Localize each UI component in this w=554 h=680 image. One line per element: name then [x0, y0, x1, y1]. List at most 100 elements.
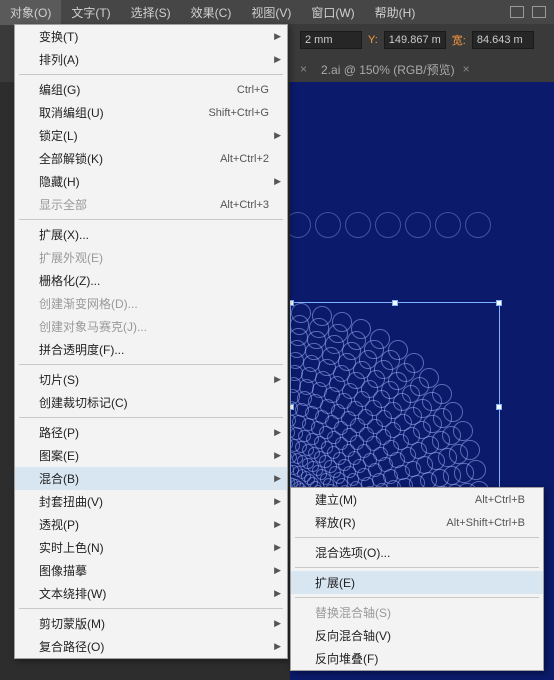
submenu-arrow-icon: ▶ — [274, 542, 281, 553]
menu-item-label: 复合路径(O) — [39, 638, 104, 655]
menu-item[interactable]: 排列(A)▶ — [15, 48, 287, 71]
menu-item-label: 建立(M) — [315, 491, 357, 508]
separator — [19, 608, 283, 609]
menu-window[interactable]: 窗口(W) — [301, 0, 364, 25]
menu-item[interactable]: 切片(S)▶ — [15, 368, 287, 391]
menu-item-label: 图像描摹 — [39, 562, 87, 579]
submenu-arrow-icon: ▶ — [274, 374, 281, 385]
submenu-arrow-icon: ▶ — [274, 565, 281, 576]
handle[interactable] — [290, 300, 294, 306]
menu-item[interactable]: 剪切蒙版(M)▶ — [15, 612, 287, 635]
x-field[interactable]: 2 mm — [300, 31, 362, 49]
menu-item-label: 反向堆叠(F) — [315, 650, 378, 667]
menu-item[interactable]: 封套扭曲(V)▶ — [15, 490, 287, 513]
menu-item[interactable]: 释放(R)Alt+Shift+Ctrl+B — [291, 511, 543, 534]
shortcut: Ctrl+G — [237, 84, 269, 96]
menu-item-label: 拼合透明度(F)... — [39, 341, 124, 358]
menu-item[interactable]: 锁定(L) ▶ — [15, 124, 287, 147]
menu-item[interactable]: 拼合透明度(F)... — [15, 338, 287, 361]
menu-item-label: 排列(A) — [39, 51, 79, 68]
menu-item-label: 实时上色(N) — [39, 539, 104, 556]
w-label: 宽: — [452, 32, 466, 48]
menu-item: 扩展外观(E) — [15, 246, 287, 269]
menu-item[interactable]: 取消编组(U)Shift+Ctrl+G — [15, 101, 287, 124]
y-label: Y: — [368, 34, 378, 46]
menu-item[interactable]: 图案(E)▶ — [15, 444, 287, 467]
menu-item-label: 替换混合轴(S) — [315, 604, 391, 621]
menu-item[interactable]: 文本绕排(W)▶ — [15, 582, 287, 605]
menu-item-label: 剪切蒙版(M) — [39, 615, 105, 632]
close-icon[interactable]: × — [463, 62, 470, 76]
menu-item[interactable]: 实时上色(N) ▶ — [15, 536, 287, 559]
menu-item-label: 创建对象马赛克(J)... — [39, 318, 147, 335]
menu-item: 创建对象马赛克(J)... — [15, 315, 287, 338]
selection-rect — [290, 302, 500, 512]
menu-item: 创建渐变网格(D)... — [15, 292, 287, 315]
menu-select[interactable]: 选择(S) — [121, 0, 181, 25]
submenu-arrow-icon: ▶ — [274, 31, 281, 42]
tab-1[interactable]: × — [300, 62, 307, 76]
menu-item-label: 编组(G) — [39, 81, 80, 98]
menu-item[interactable]: 混合(B) ▶ — [15, 467, 287, 490]
menu-item: 显示全部Alt+Ctrl+3 — [15, 193, 287, 216]
doc-icon[interactable] — [510, 6, 524, 18]
y-field[interactable]: 149.867 m — [384, 31, 446, 49]
submenu-arrow-icon: ▶ — [274, 427, 281, 438]
menubar: 对象(O) 文字(T) 选择(S) 效果(C) 视图(V) 窗口(W) 帮助(H… — [0, 0, 554, 24]
menu-view[interactable]: 视图(V) — [241, 0, 301, 25]
shortcut: Shift+Ctrl+G — [208, 107, 269, 119]
menu-item-label: 图案(E) — [39, 447, 79, 464]
menu-item[interactable]: 创建裁切标记(C) — [15, 391, 287, 414]
menu-item[interactable]: 变换(T)▶ — [15, 25, 287, 48]
menu-item-label: 锁定(L) — [39, 127, 78, 144]
submenu-arrow-icon: ▶ — [274, 130, 281, 141]
w-field[interactable]: 84.643 m — [472, 31, 534, 49]
menu-item[interactable]: 扩展(X)... — [15, 223, 287, 246]
tab-2[interactable]: 2.ai @ 150% (RGB/预览) × — [321, 61, 470, 78]
submenu-arrow-icon: ▶ — [274, 641, 281, 652]
menu-item-label: 混合(B) — [39, 470, 79, 487]
menu-item[interactable]: 反向堆叠(F) — [291, 647, 543, 670]
menu-item: 替换混合轴(S) — [291, 601, 543, 624]
handle[interactable] — [392, 300, 398, 306]
menu-item-label: 创建渐变网格(D)... — [39, 295, 138, 312]
menu-item[interactable]: 编组(G) Ctrl+G — [15, 78, 287, 101]
menu-item-label: 文本绕排(W) — [39, 585, 106, 602]
separator — [19, 417, 283, 418]
menu-item[interactable]: 隐藏(H)▶ — [15, 170, 287, 193]
blend-submenu: 建立(M)Alt+Ctrl+B释放(R)Alt+Shift+Ctrl+B 混合选项… — [290, 487, 544, 671]
handle[interactable] — [290, 404, 294, 410]
close-icon[interactable]: × — [300, 62, 307, 76]
submenu-arrow-icon: ▶ — [274, 473, 281, 484]
menu-item-label: 扩展(X)... — [39, 226, 89, 243]
menu-item[interactable]: 反向混合轴(V) — [291, 624, 543, 647]
menu-object[interactable]: 对象(O) — [0, 0, 61, 25]
menu-item-label: 全部解锁(K) — [39, 150, 103, 167]
menu-item-label: 路径(P) — [39, 424, 79, 441]
menu-item[interactable]: 复合路径(O) ▶ — [15, 635, 287, 658]
menu-item[interactable]: 扩展(E) — [291, 571, 543, 594]
menu-item-label: 扩展(E) — [315, 574, 355, 591]
menu-item[interactable]: 透视(P)▶ — [15, 513, 287, 536]
submenu-arrow-icon: ▶ — [274, 519, 281, 530]
handle[interactable] — [496, 404, 502, 410]
menu-item[interactable]: 全部解锁(K) Alt+Ctrl+2 — [15, 147, 287, 170]
separator — [295, 597, 539, 598]
object-menu: 变换(T)▶排列(A)▶编组(G)Ctrl+G取消编组(U)Shift+Ctrl… — [14, 24, 288, 659]
menu-item-label: 混合选项(O)... — [315, 544, 390, 561]
shortcut: Alt+Ctrl+2 — [220, 153, 269, 165]
separator — [295, 537, 539, 538]
handle[interactable] — [496, 300, 502, 306]
layout-icon[interactable] — [532, 6, 546, 18]
menu-item[interactable]: 混合选项(O)... — [291, 541, 543, 564]
menu-effect[interactable]: 效果(C) — [181, 0, 242, 25]
menu-text[interactable]: 文字(T) — [61, 0, 120, 25]
menu-item[interactable]: 栅格化(Z)... — [15, 269, 287, 292]
menu-item[interactable]: 路径(P) ▶ — [15, 421, 287, 444]
menu-item[interactable]: 图像描摹 ▶ — [15, 559, 287, 582]
separator — [295, 567, 539, 568]
menu-help[interactable]: 帮助(H) — [365, 0, 426, 25]
menu-item-label: 栅格化(Z)... — [39, 272, 100, 289]
menu-item[interactable]: 建立(M)Alt+Ctrl+B — [291, 488, 543, 511]
menu-item-label: 创建裁切标记(C) — [39, 394, 128, 411]
